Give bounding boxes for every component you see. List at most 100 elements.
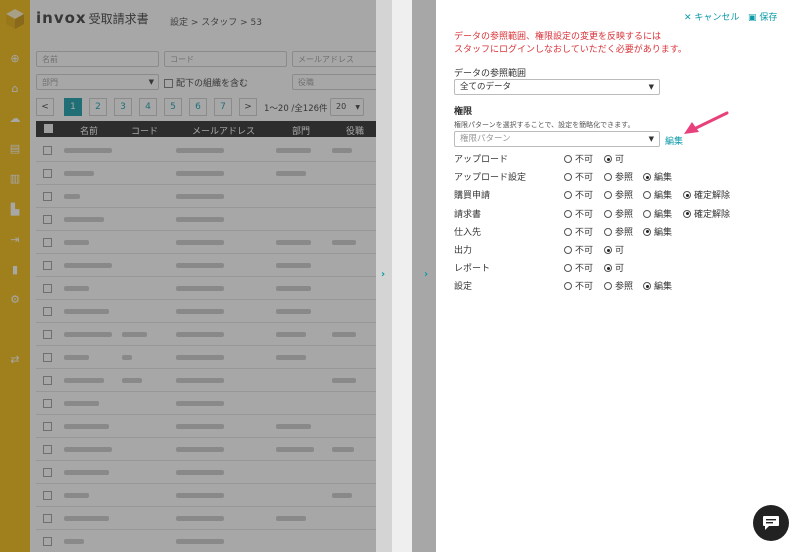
permission-name: 請求書 <box>454 209 482 220</box>
permission-option[interactable]: 編集 <box>643 207 672 220</box>
permission-option-label: 不可 <box>575 264 594 275</box>
permission-option-label: 編集 <box>654 227 673 238</box>
radio-icon <box>564 227 572 236</box>
radio-icon <box>564 191 572 200</box>
permission-option[interactable]: 不可 <box>564 279 593 292</box>
cancel-label: キャンセル <box>694 13 740 23</box>
permission-option-label: 編集 <box>654 209 673 220</box>
permission-name: 出力 <box>454 246 473 256</box>
radio-icon <box>604 191 612 200</box>
scope-select[interactable]: 全てのデータ ▼ <box>454 79 660 95</box>
permission-option-label: 参照 <box>615 282 634 293</box>
close-icon: ✕ <box>684 13 692 23</box>
pattern-select[interactable]: 権限パターン ▼ <box>454 131 660 147</box>
pattern-placeholder: 権限パターン <box>460 134 511 144</box>
radio-icon <box>604 264 612 273</box>
permission-option[interactable]: 編集 <box>643 279 672 292</box>
radio-icon <box>564 155 572 163</box>
permission-name: レポート <box>454 264 491 275</box>
permission-option-label: 不可 <box>575 191 594 202</box>
permission-option[interactable]: 確定解除 <box>683 207 730 220</box>
permission-row: 請求書 不可 参照 編集 確定解除 <box>454 207 730 220</box>
permission-row: アップロード設定 不可 参照 編集 <box>454 170 672 184</box>
permission-option-label: 不可 <box>575 173 594 184</box>
radio-icon <box>604 173 612 182</box>
permission-row: アップロード 不可 可 <box>454 152 624 165</box>
permission-option[interactable]: 参照 <box>604 170 633 183</box>
permission-option[interactable]: 可 <box>604 243 624 256</box>
chevron-down-icon: ▼ <box>648 83 654 91</box>
radio-icon <box>643 191 651 200</box>
chevron-down-icon: ▼ <box>648 135 654 143</box>
permission-option[interactable]: 確定解除 <box>683 188 730 201</box>
edit-pattern-link[interactable]: 編集 <box>665 134 683 147</box>
permission-option[interactable]: 不可 <box>564 152 593 165</box>
permission-option[interactable]: 不可 <box>564 243 593 256</box>
permission-option[interactable]: 参照 <box>604 188 633 201</box>
permission-option-label: 編集 <box>654 191 673 202</box>
permission-option-label: 不可 <box>575 209 594 220</box>
radio-icon <box>643 209 651 218</box>
pointer-arrow-icon <box>684 111 729 134</box>
radio-icon <box>564 173 572 182</box>
permission-row: 出力 不可 可 <box>454 243 624 256</box>
permission-option[interactable]: 可 <box>604 261 624 274</box>
permission-option-label: 不可 <box>575 227 594 238</box>
permission-option-label: 可 <box>615 264 625 275</box>
permission-option-label: 不可 <box>575 155 594 165</box>
radio-icon <box>564 209 572 218</box>
staff-edit-drawer: ✕ キャンセル ▣ 保存 データの参照範囲、権限設定の変更を反映するにはスタッフ… <box>436 0 800 552</box>
radio-icon <box>604 227 612 236</box>
permission-option[interactable]: 参照 <box>604 225 633 238</box>
permission-name: アップロード <box>454 155 509 165</box>
permission-option-label: 確定解除 <box>694 191 731 202</box>
radio-icon <box>604 209 612 218</box>
permission-option[interactable]: 可 <box>604 152 624 165</box>
radio-icon <box>643 227 651 236</box>
permission-option-label: 参照 <box>615 227 634 238</box>
permission-hint: 権限パターンを選択することで、設定を簡略化できます。 <box>454 121 635 129</box>
permission-name: 購買申請 <box>454 191 491 202</box>
permission-row: レポート 不可 可 <box>454 261 624 275</box>
radio-icon <box>683 209 691 218</box>
chat-button[interactable] <box>753 505 789 541</box>
permission-option[interactable]: 不可 <box>564 188 593 201</box>
chat-icon <box>763 516 779 530</box>
permission-name: 設定 <box>454 282 473 293</box>
chevron-right-icon[interactable]: › <box>424 269 428 280</box>
permission-row: 設定 不可 参照 編集 <box>454 279 672 293</box>
permission-option[interactable]: 不可 <box>564 207 593 220</box>
permission-option[interactable]: 参照 <box>604 207 633 220</box>
permission-option[interactable]: 編集 <box>643 170 672 183</box>
permission-option[interactable]: 編集 <box>643 225 672 238</box>
permission-option[interactable]: 不可 <box>564 225 593 238</box>
save-label: 保存 <box>759 13 778 23</box>
permission-option[interactable]: 不可 <box>564 170 593 183</box>
radio-icon <box>564 246 572 254</box>
permission-name: アップロード設定 <box>454 173 527 184</box>
permission-option[interactable]: 参照 <box>604 279 633 292</box>
cancel-button[interactable]: ✕ キャンセル <box>684 10 739 23</box>
notice-line: スタッフにログインしなおしていただく必要があります。 <box>454 45 687 55</box>
chevron-right-icon[interactable]: › <box>381 269 385 280</box>
permission-option[interactable]: 編集 <box>643 188 672 201</box>
permission-option-label: 不可 <box>575 246 594 256</box>
permission-title: 権限 <box>454 107 473 117</box>
permission-option-label: 参照 <box>615 173 634 184</box>
permission-option-label: 可 <box>615 155 625 165</box>
permission-option[interactable]: 不可 <box>564 261 593 274</box>
permission-row: 購買申請 不可 参照 編集 確定解除 <box>454 188 730 202</box>
panel-edge <box>392 0 412 552</box>
save-button[interactable]: ▣ 保存 <box>748 10 777 23</box>
permission-row: 仕入先 不可 参照 編集 <box>454 225 672 238</box>
permission-option-label: 確定解除 <box>694 209 731 220</box>
radio-icon <box>604 246 612 254</box>
modal-backdrop[interactable] <box>0 0 376 552</box>
permission-name: 仕入先 <box>454 227 482 238</box>
stacked-panel: › › <box>376 0 436 552</box>
permission-option-label: 参照 <box>615 209 634 220</box>
radio-icon <box>564 282 572 291</box>
save-icon: ▣ <box>748 13 757 23</box>
scope-value: 全てのデータ <box>460 82 512 92</box>
notice-line: データの参照範囲、権限設定の変更を反映するには <box>454 32 662 42</box>
